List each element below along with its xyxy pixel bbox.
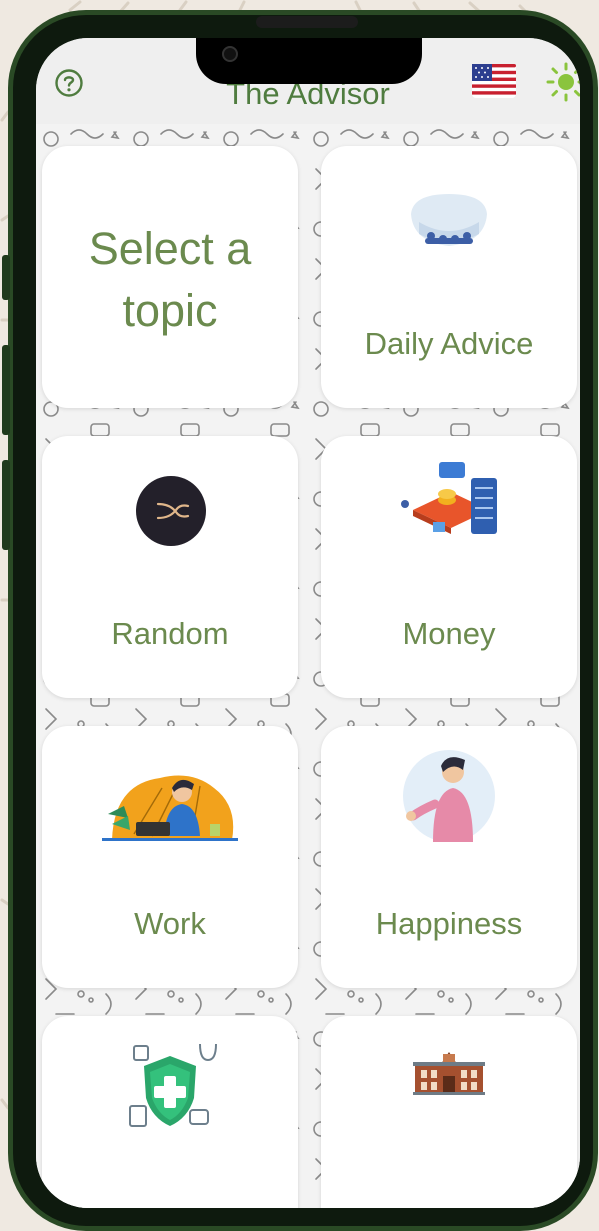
sun-icon[interactable] — [546, 62, 580, 102]
topic-card-work[interactable]: Work — [42, 726, 298, 988]
topic-card-health[interactable] — [42, 1016, 298, 1208]
topic-label: Money — [402, 616, 496, 651]
random-shuffle-icon — [136, 476, 206, 546]
topic-label: Work — [134, 906, 206, 941]
health-shield-icon — [129, 1043, 217, 1127]
topic-label: Random — [111, 616, 229, 651]
topic-card-random[interactable]: Random — [42, 436, 298, 698]
select-topic-card: Select a topic — [42, 146, 298, 408]
person-at-laptop-icon — [102, 775, 238, 841]
money-servers-icon — [401, 462, 497, 534]
topic-card-money[interactable]: Money — [321, 436, 577, 698]
mute-switch — [2, 255, 10, 300]
topic-label: Happiness — [375, 906, 523, 941]
waving-person-icon — [403, 750, 495, 842]
us-flag-icon[interactable] — [472, 64, 516, 98]
app-screen: The Advisor Select a topic Daily Advice … — [36, 38, 580, 1208]
school-building-icon — [413, 1052, 485, 1095]
volume-down-button — [2, 460, 10, 550]
topic-card-happiness[interactable]: Happiness — [321, 726, 577, 988]
mouthguard-icon — [411, 194, 487, 246]
topic-card-school[interactable] — [321, 1016, 577, 1208]
topic-card-daily-advice[interactable]: Daily Advice — [321, 146, 577, 408]
volume-up-button — [2, 345, 10, 435]
topic-label: Daily Advice — [364, 326, 534, 361]
select-topic-heading: Select a topic — [88, 223, 252, 336]
speaker-grille — [256, 16, 358, 28]
front-camera — [222, 46, 238, 62]
